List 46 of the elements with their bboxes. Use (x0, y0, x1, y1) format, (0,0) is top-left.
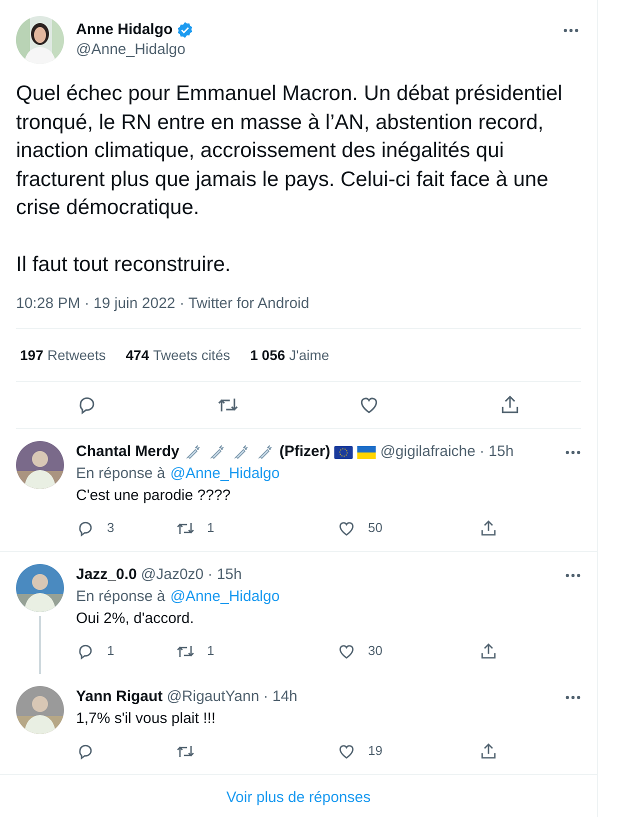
author-handle[interactable]: @Anne_Hidalgo (76, 40, 551, 60)
more-icon[interactable] (565, 450, 581, 454)
share-icon[interactable] (479, 642, 498, 660)
like-count: 50 (368, 519, 382, 537)
syringe-icon (257, 444, 274, 460)
reply-context: En réponse à (76, 587, 166, 607)
user-name[interactable]: Jazz_0.0 (76, 564, 137, 586)
user-name[interactable]: Chantal Merdy (76, 441, 180, 463)
stat-label[interactable]: J'aime (289, 347, 330, 363)
reply-count: 3 (107, 519, 114, 537)
reply-count: 1 (107, 642, 114, 660)
share-icon[interactable] (479, 518, 498, 538)
stat-count[interactable]: 197 (20, 347, 44, 363)
author-name[interactable]: Anne Hidalgo (76, 20, 173, 40)
more-icon[interactable] (565, 572, 581, 578)
more-icon[interactable] (563, 28, 579, 33)
user-handle[interactable]: @RigautYann (166, 686, 260, 708)
user-handle[interactable]: @gigilafraiche (380, 441, 476, 463)
share-icon[interactable] (479, 742, 498, 760)
more-icon[interactable] (565, 694, 581, 700)
stat-label[interactable]: Tweets cités (153, 347, 230, 363)
reply-time[interactable]: · 14h (263, 686, 298, 708)
syringe-icon (185, 444, 202, 460)
user-name[interactable]: Yann Rigaut (76, 686, 163, 708)
tweet-text: Quel échec pour Emmanuel Macron. Un débat présidentiel tronqué, le RN entre en masse à l’AN, abstention record, inaction climatique, accroissement des inégalités qui fracturent plus que jamais le pays. Celui-ci fait face à une crise démocratique. (16, 81, 564, 221)
stat-count[interactable]: 1 056 (250, 347, 286, 363)
retweet-count: 1 (207, 519, 214, 537)
stat-label[interactable]: Retweets (47, 347, 106, 363)
like-count: 30 (368, 642, 382, 660)
user-handle[interactable]: @Jaz0z0 (140, 564, 204, 586)
reply-text: 1,7% s'il vous plait !!! (76, 709, 217, 729)
syringe-icon (209, 444, 226, 460)
reply-time[interactable]: · 15h (208, 564, 242, 586)
reply-text: C'est une parodie ???? (76, 486, 232, 506)
tweet-timestamp[interactable]: 10:28 PM · 19 juin 2022 · Twitter for Android (16, 295, 581, 329)
syringe-icon (233, 444, 250, 460)
stat-count[interactable]: 474 (126, 347, 150, 363)
tweet-text: Il faut tout reconstruire. (16, 252, 232, 278)
reply-context: En réponse à (76, 464, 166, 484)
flag-icon (334, 446, 354, 458)
flag-icon (357, 446, 376, 458)
user-name[interactable]: (Pfizer) (279, 441, 330, 463)
like-count: 19 (368, 742, 382, 760)
reply-time[interactable]: · 15h (479, 441, 514, 463)
retweet-count: 1 (207, 642, 214, 660)
reply-text: Oui 2%, d'accord. (76, 609, 195, 629)
